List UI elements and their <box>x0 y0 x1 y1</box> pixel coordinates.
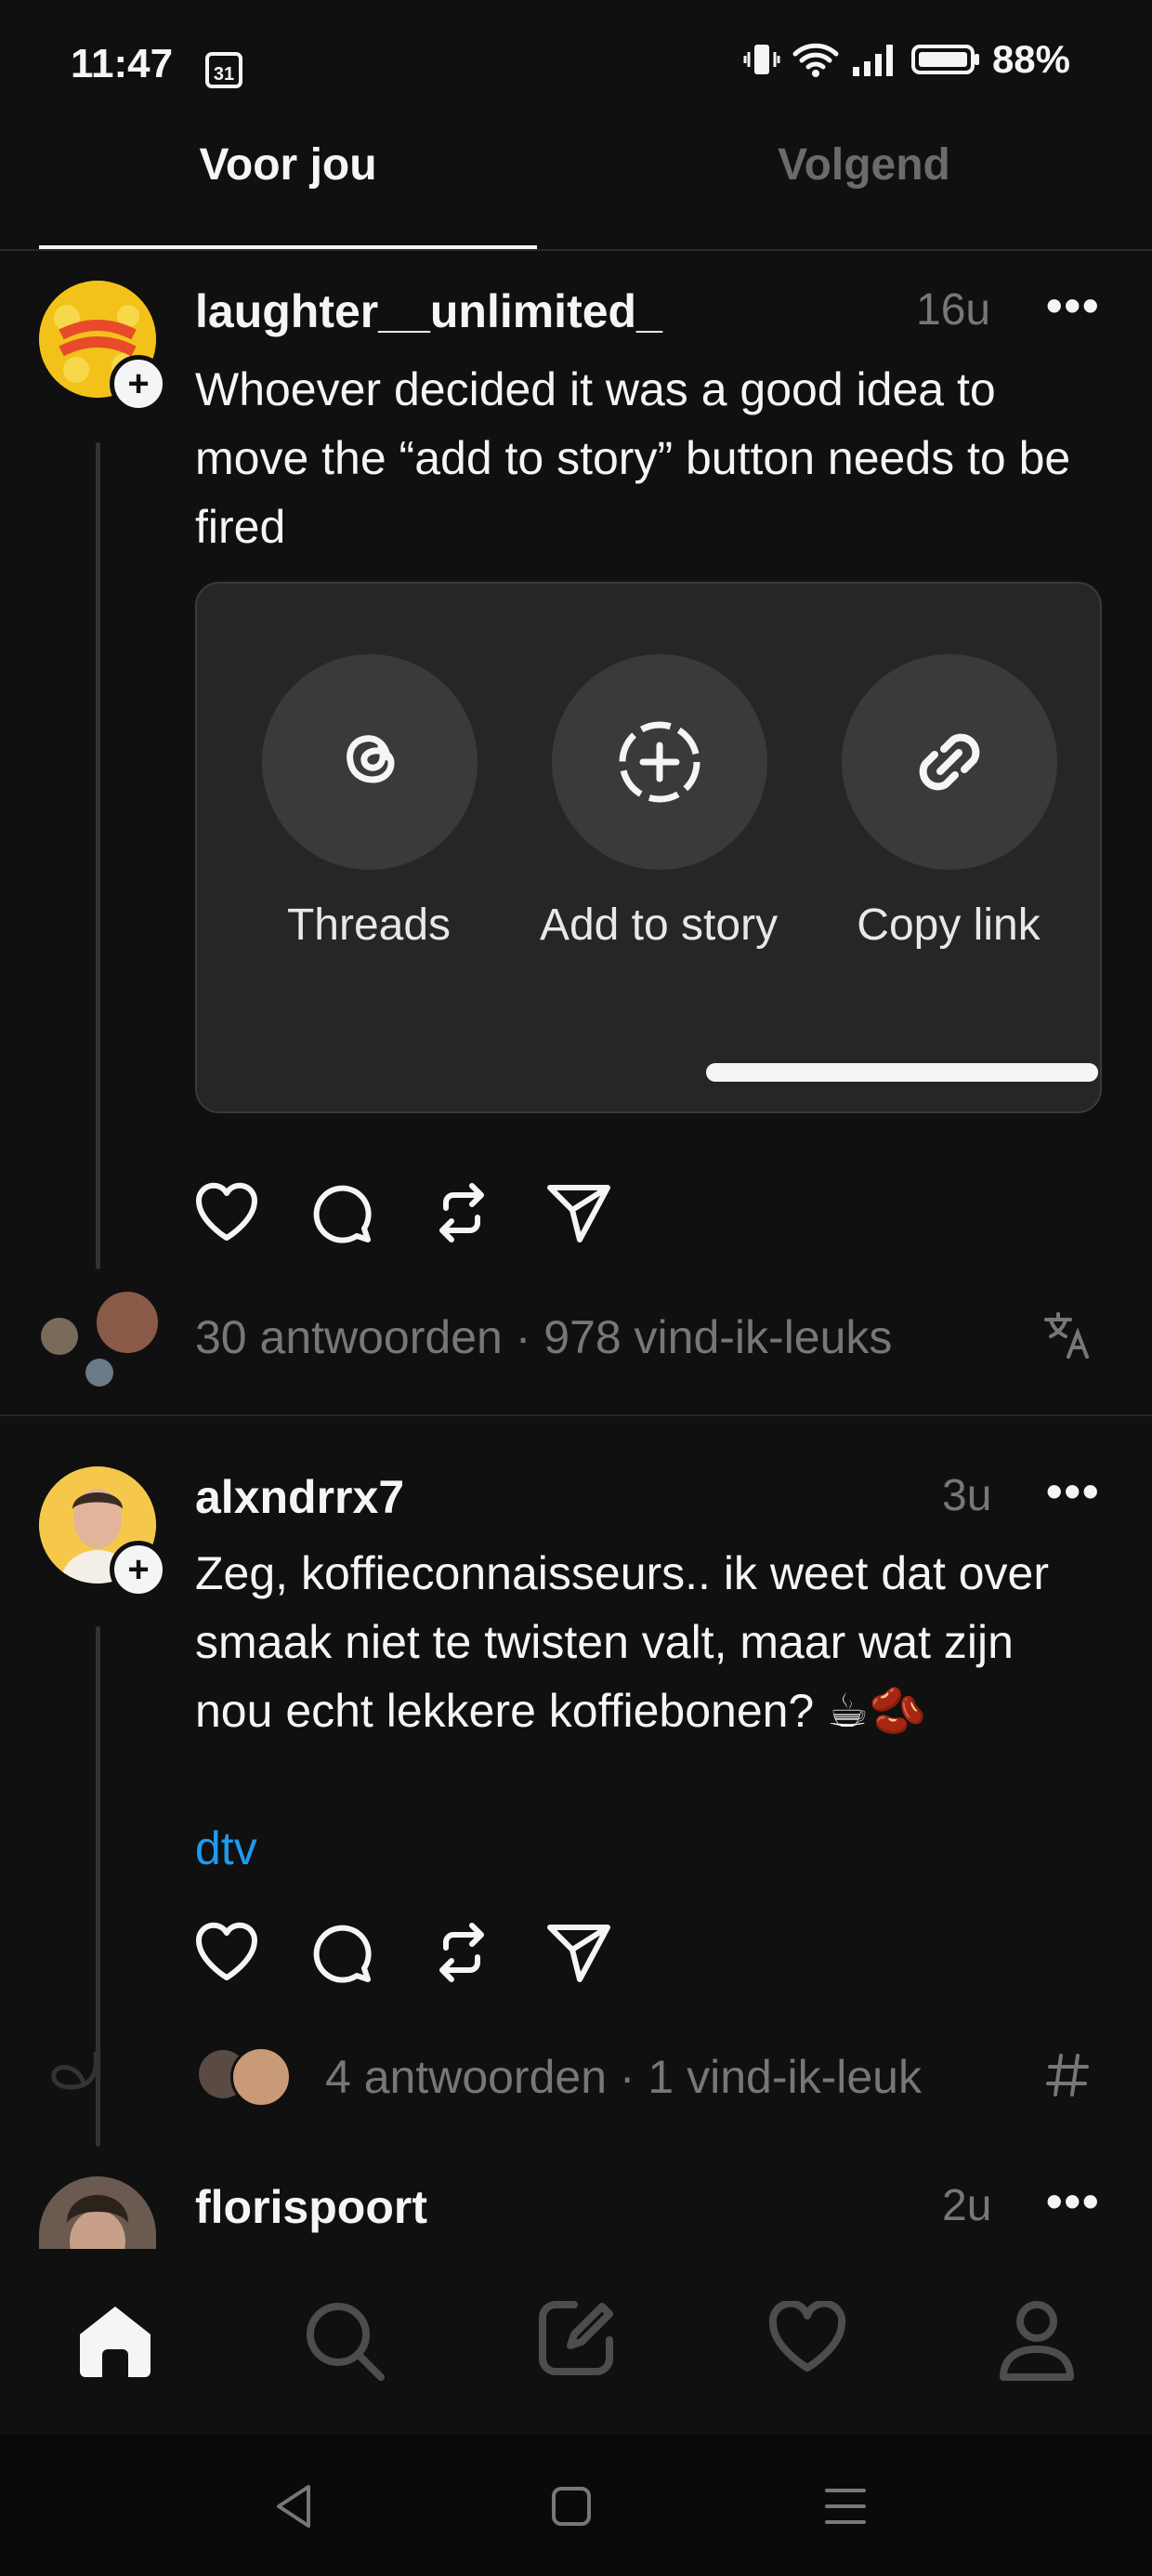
thread-loop-icon <box>46 2050 111 2106</box>
post-stats[interactable]: 4 antwoorden · 1 vind-ik-leuk <box>325 2050 922 2104</box>
share-label-threads: Threads <box>286 900 452 950</box>
back-icon[interactable] <box>273 2483 314 2530</box>
reply-avatar <box>85 1359 113 1387</box>
share-button[interactable] <box>546 1922 611 1983</box>
link-icon <box>919 733 980 791</box>
signal-icon <box>852 45 893 76</box>
more-options-button[interactable]: ••• <box>1046 1465 1101 1518</box>
follow-plus-button[interactable]: + <box>110 1541 167 1598</box>
nav-home-button[interactable] <box>74 2301 156 2379</box>
thread-line <box>96 442 100 1269</box>
battery-icon <box>910 45 979 74</box>
like-button[interactable] <box>193 1920 260 1983</box>
post-text-line: fired <box>195 501 286 553</box>
translate-button[interactable] <box>1042 1310 1093 1360</box>
vibrate-icon <box>743 45 780 74</box>
recents-menu-icon[interactable] <box>823 2485 868 2528</box>
share-button[interactable] <box>546 1182 611 1243</box>
post-stats[interactable]: 30 antwoorden · 978 vind-ik-leuks <box>195 1310 892 1364</box>
post-text-line: move the “add to story” button needs to … <box>195 432 1071 484</box>
heart-icon <box>195 1922 258 1980</box>
reply-avatar <box>41 1318 78 1355</box>
tab-voor-jou[interactable]: Voor jou <box>19 139 557 191</box>
reply-button[interactable] <box>310 1180 375 1245</box>
home-square-icon[interactable] <box>550 2485 593 2528</box>
post-link[interactable]: dtv <box>195 1821 257 1875</box>
calendar-day: 31 <box>214 64 234 85</box>
follow-plus-button[interactable]: + <box>110 355 167 413</box>
avatar[interactable] <box>39 2176 156 2249</box>
comment-icon <box>313 1185 372 1243</box>
share-option-add-to-story <box>552 654 767 870</box>
nav-profile-button[interactable] <box>998 2299 1076 2381</box>
send-icon <box>547 1925 610 1982</box>
post-text-line: smaak niet te twisten valt, maar wat zij… <box>195 1616 1014 1668</box>
post-username[interactable]: alxndrrx7 <box>195 1470 404 1524</box>
threads-icon <box>347 735 395 783</box>
status-icons: 88% <box>743 37 1070 82</box>
share-option-threads <box>262 654 478 870</box>
status-time: 11:47 <box>71 41 174 86</box>
post-time: 2u <box>942 2181 992 2230</box>
nav-search-button[interactable] <box>303 2299 386 2383</box>
battery-percent: 88% <box>991 37 1070 81</box>
repost-button[interactable] <box>429 1920 494 1985</box>
translate-icon <box>1044 1312 1089 1359</box>
activity-heart-icon <box>768 2301 846 2372</box>
share-option-copy-link <box>842 654 1057 870</box>
reply-button[interactable] <box>310 1920 375 1985</box>
comment-icon <box>313 1925 372 1983</box>
post-text-line: Zeg, koffieconnaisseurs.. ik weet dat ov… <box>195 1547 1049 1599</box>
share-sheet-handle <box>706 1063 1098 1082</box>
nav-compose-button[interactable] <box>537 2299 615 2377</box>
profile-icon <box>1000 2301 1074 2381</box>
calendar-icon: 31 <box>204 48 243 89</box>
more-options-button[interactable]: ••• <box>1046 279 1101 333</box>
reply-avatar <box>93 1288 162 1357</box>
post-text: Whoever decided it was a good idea to mo… <box>195 355 1133 561</box>
nav-activity-button[interactable] <box>767 2301 847 2375</box>
post-time: 3u <box>942 1471 992 1520</box>
more-options-button[interactable]: ••• <box>1046 2175 1101 2228</box>
post-username[interactable]: florispoort <box>195 2180 427 2234</box>
post-username[interactable]: laughter__unlimited_ <box>195 284 662 338</box>
hashtag-icon[interactable] <box>1044 2050 1091 2100</box>
divider <box>0 1414 1152 1416</box>
heart-icon <box>195 1182 258 1241</box>
repost-icon <box>439 1923 484 1982</box>
post-text-line: Whoever decided it was a good idea to <box>195 363 996 415</box>
wifi-icon <box>792 43 839 77</box>
home-icon <box>80 2307 151 2377</box>
compose-icon <box>539 2301 613 2375</box>
repost-icon <box>439 1183 484 1242</box>
share-label-add-to-story: Add to story <box>539 900 779 950</box>
post-time: 16u <box>916 285 991 335</box>
send-icon <box>547 1185 610 1242</box>
add-to-story-icon <box>619 721 700 803</box>
tab-volgend[interactable]: Volgend <box>595 139 1133 191</box>
reply-avatar <box>230 2046 292 2108</box>
repost-button[interactable] <box>429 1180 494 1245</box>
search-icon <box>307 2303 385 2381</box>
divider <box>0 249 1152 251</box>
post-text-line: nou echt lekkere koffiebonen? ☕🫘 <box>195 1685 927 1737</box>
like-button[interactable] <box>193 1180 260 1243</box>
share-label-copy-link: Copy link <box>857 900 1041 950</box>
post-text: Zeg, koffieconnaisseurs.. ik weet dat ov… <box>195 1539 1133 1745</box>
